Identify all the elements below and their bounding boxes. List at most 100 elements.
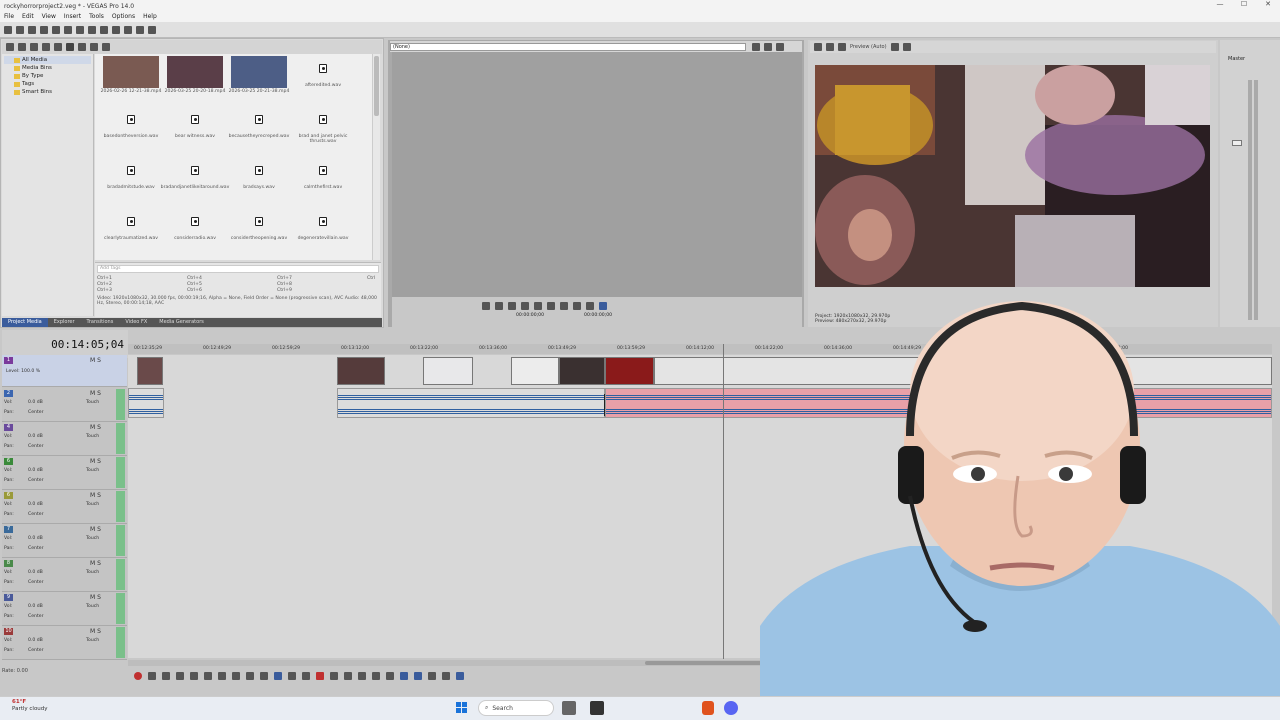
properties-icon[interactable] — [52, 25, 60, 34]
help-icon[interactable] — [148, 25, 156, 34]
mute-solo-buttons[interactable]: M S — [90, 560, 101, 567]
track-pan[interactable]: Center — [28, 478, 43, 483]
audio-clip[interactable] — [337, 388, 605, 418]
track-volume[interactable]: 0.0 dB — [28, 570, 43, 575]
search-icon[interactable] — [102, 43, 110, 51]
media-scrollbar[interactable] — [372, 54, 380, 260]
rewind-icon[interactable] — [573, 302, 581, 310]
media-item[interactable]: bradadmitstude.wav — [99, 158, 163, 209]
weather-widget[interactable]: 61°F Partly cloudy — [12, 699, 82, 717]
audio-track-header[interactable]: 6 M S Vol: 0.0 dB Touch Pan: Center — [2, 490, 127, 524]
pause-icon[interactable] — [521, 302, 529, 310]
audio-track-header[interactable]: 10 M S Vol: 0.0 dB Touch Pan: Center — [2, 626, 127, 660]
cut-icon[interactable] — [64, 25, 72, 34]
ignore-grouping-icon[interactable] — [442, 672, 450, 680]
remove-media-icon[interactable] — [42, 43, 50, 51]
track-pan[interactable]: Center — [28, 580, 43, 585]
media-item[interactable]: 2026-03-25 20-21-38.mp4 — [227, 56, 291, 107]
timeline-scroll-thumb[interactable] — [645, 661, 765, 665]
trim-icon[interactable] — [330, 672, 338, 680]
stop-icon[interactable] — [534, 302, 542, 310]
video-clip[interactable] — [559, 357, 605, 385]
media-item[interactable]: bradandjanetlikeitaround.wav — [161, 158, 229, 209]
region-icon[interactable] — [386, 672, 394, 680]
track-pan[interactable]: Center — [28, 546, 43, 551]
master-fader[interactable] — [1232, 140, 1242, 146]
brave-icon[interactable] — [702, 701, 714, 715]
delete-icon[interactable] — [316, 672, 324, 680]
trimmer-media-select[interactable]: (None) — [390, 42, 746, 51]
playback-rate[interactable]: Rate: 0.00 — [2, 668, 62, 678]
automation-mode[interactable]: Touch — [86, 604, 99, 609]
track-volume[interactable]: 0.0 dB — [28, 638, 43, 643]
track-pan[interactable]: Center — [28, 410, 43, 415]
tree-item-by-type[interactable]: By Type — [4, 72, 91, 80]
tree-item-media-bins[interactable]: Media Bins — [4, 64, 91, 72]
paste-icon[interactable] — [88, 25, 96, 34]
automation-mode[interactable]: Touch — [86, 502, 99, 507]
minimize-button[interactable]: — — [1208, 0, 1232, 12]
loop-icon[interactable] — [482, 302, 490, 310]
undo-icon[interactable] — [112, 25, 120, 34]
copy-icon[interactable] — [76, 25, 84, 34]
tree-item-smart-bins[interactable]: Smart Bins — [4, 88, 91, 96]
media-item[interactable]: basedontheversion.wav — [99, 107, 163, 158]
media-item[interactable]: 2026-03-25 20-20-18.mp4 — [163, 56, 227, 107]
loop-icon[interactable] — [148, 672, 156, 680]
media-item[interactable]: degeneratevillain.wav — [291, 209, 355, 260]
track-pan[interactable]: Center — [28, 614, 43, 619]
trimmer-view[interactable] — [392, 52, 802, 297]
audio-track-header[interactable]: 6 M S Vol: 0.0 dB Touch Pan: Center — [2, 456, 127, 490]
forward-icon[interactable] — [586, 302, 594, 310]
menu-edit[interactable]: Edit — [18, 12, 38, 22]
mute-solo-buttons[interactable]: M S — [90, 458, 101, 465]
views-icon[interactable] — [90, 43, 98, 51]
audio-track-header[interactable]: 7 M S Vol: 0.0 dB Touch Pan: Center — [2, 524, 127, 558]
track-volume[interactable]: 0.0 dB — [28, 502, 43, 507]
lock-icon[interactable] — [358, 672, 366, 680]
capture-icon[interactable] — [18, 43, 26, 51]
video-track-header[interactable]: 1 Level: 100.0 % M S — [2, 355, 127, 387]
video-clip[interactable] — [137, 357, 163, 385]
track-volume[interactable]: 0.0 dB — [28, 468, 43, 473]
record-icon[interactable] — [134, 672, 142, 680]
pause-icon[interactable] — [190, 672, 198, 680]
save-snapshot-icon[interactable] — [902, 43, 911, 51]
media-item[interactable]: 2026-02-26 12-21-38.mp4 — [99, 56, 163, 107]
automation-mode[interactable]: Touch — [86, 468, 99, 473]
tab-transitions[interactable]: Transitions — [81, 318, 120, 327]
tree-item-all-media[interactable]: All Media — [4, 56, 91, 64]
play-icon[interactable] — [508, 302, 516, 310]
mute-solo-buttons[interactable]: M S — [90, 390, 101, 397]
play-icon[interactable] — [66, 43, 74, 51]
menu-insert[interactable]: Insert — [60, 12, 85, 22]
media-item[interactable]: brad and janet pelvic thrusts.wav — [291, 107, 355, 158]
automation-mode[interactable]: Touch — [86, 570, 99, 575]
track-volume[interactable]: 0.0 dB — [28, 400, 43, 405]
media-item[interactable]: considertheopening.wav — [227, 209, 291, 260]
tab-video-fx[interactable]: Video FX — [119, 318, 153, 327]
automation-mode[interactable]: Touch — [86, 400, 99, 405]
auto-ripple-icon[interactable] — [414, 672, 422, 680]
enable-snapping-icon[interactable] — [136, 25, 144, 34]
go-to-end-icon[interactable] — [232, 672, 240, 680]
open-icon[interactable] — [16, 25, 24, 34]
snapping-icon[interactable] — [400, 672, 408, 680]
menu-view[interactable]: View — [38, 12, 60, 22]
menu-file[interactable]: File — [0, 12, 18, 22]
windows-start-icon[interactable] — [456, 702, 468, 714]
copy-snapshot-icon[interactable] — [890, 43, 899, 51]
track-volume[interactable]: 0.0 dB — [28, 434, 43, 439]
media-item[interactable]: becausetheyrecreped.wav — [227, 107, 291, 158]
track-pan[interactable]: Center — [28, 648, 43, 653]
marker-icon[interactable] — [372, 672, 380, 680]
close-button[interactable]: ✕ — [1256, 0, 1280, 12]
track-volume[interactable]: 0.0 dB — [28, 604, 43, 609]
discord-icon[interactable] — [724, 701, 738, 715]
video-clip[interactable] — [337, 357, 385, 385]
overlay-icon[interactable] — [838, 43, 846, 51]
audio-track-header[interactable]: 4 M S Vol: 0.0 dB Touch Pan: Center — [2, 422, 127, 456]
selection-tool-icon[interactable] — [302, 672, 310, 680]
play-from-start-icon[interactable] — [162, 672, 170, 680]
audio-track-header[interactable]: 9 M S Vol: 0.0 dB Touch Pan: Center — [2, 592, 127, 626]
